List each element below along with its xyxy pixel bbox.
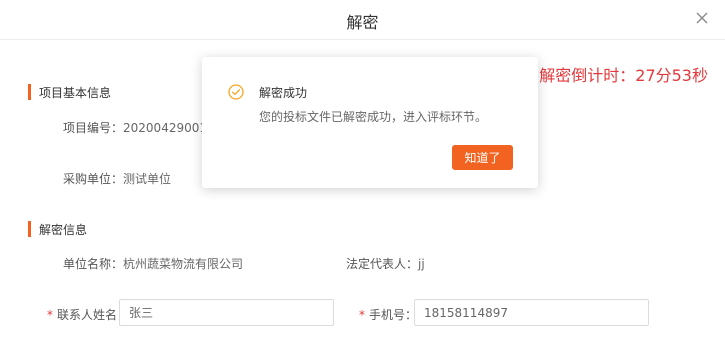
phone-input[interactable] (414, 299, 649, 326)
popup-message: 您的投标文件已解密成功，进入评标环节。 (259, 110, 488, 124)
got-it-button[interactable]: 知道了 (452, 145, 513, 170)
required-mark: * (47, 308, 53, 322)
decrypt-countdown: 解密倒计时：27分53秒 (539, 66, 708, 85)
legal-rep-field: 法定代表人：jj (346, 255, 425, 272)
dialog-header: 解密 (0, 0, 725, 40)
section-decrypt-info: 解密信息 (28, 221, 87, 237)
section-title: 项目基本信息 (39, 85, 112, 100)
section-marker (28, 221, 31, 237)
legal-rep-value: jj (418, 257, 425, 271)
contact-name-label-group: * 联系人姓名： (47, 306, 129, 323)
dialog-title: 解密 (346, 13, 379, 32)
decrypt-success-popup: 解密成功 您的投标文件已解密成功，进入评标环节。 知道了 (202, 57, 538, 188)
legal-rep-label: 法定代表人： (346, 257, 419, 271)
phone-label-group: * 手机号： (359, 306, 417, 323)
project-number-field: 项目编号：2020042900100 (63, 119, 222, 136)
popup-title: 解密成功 (259, 86, 308, 100)
project-number-label: 项目编号： (63, 121, 124, 135)
company-name-label: 单位名称： (63, 257, 124, 271)
close-icon (696, 12, 708, 24)
purchaser-field: 采购单位：测试单位 (63, 170, 171, 187)
purchaser-value: 测试单位 (123, 172, 172, 186)
section-project-info: 项目基本信息 (28, 84, 111, 100)
section-marker (28, 84, 31, 100)
company-name-value: 杭州蔬菜物流有限公司 (123, 257, 244, 271)
contact-name-input[interactable] (119, 299, 334, 326)
section-title: 解密信息 (39, 222, 88, 237)
required-mark: * (359, 308, 365, 322)
check-circle-icon (228, 84, 244, 100)
phone-label: 手机号： (369, 308, 418, 322)
purchaser-label: 采购单位： (63, 172, 124, 186)
company-name-field: 单位名称：杭州蔬菜物流有限公司 (63, 255, 243, 272)
close-button[interactable] (693, 9, 711, 27)
